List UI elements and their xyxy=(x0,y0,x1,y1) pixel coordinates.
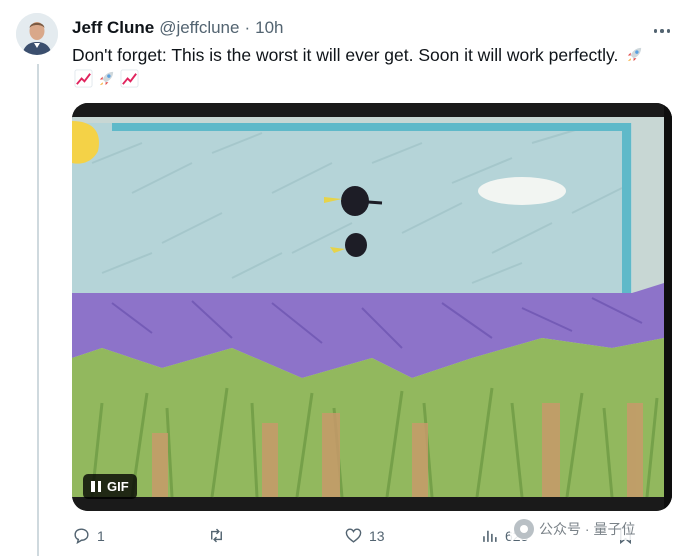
tweet-text: Don't forget: This is the worst it will … xyxy=(72,43,684,91)
avatar-image xyxy=(16,13,58,55)
gif-drawing-scene xyxy=(72,103,672,511)
watermark-text: 公众号 · 量子位 xyxy=(539,521,636,537)
dot-icon xyxy=(666,29,671,33)
gif-media[interactable]: GIF xyxy=(72,103,672,511)
chart-increasing-emoji-icon xyxy=(74,69,93,88)
reply-icon xyxy=(74,528,89,545)
timestamp[interactable]: 10h xyxy=(255,18,283,38)
tweet-body: Don't forget: This is the worst it will … xyxy=(72,45,619,65)
thread-connector-line xyxy=(37,64,39,556)
more-options-button[interactable] xyxy=(650,19,674,43)
reply-count: 1 xyxy=(97,527,105,544)
like-button[interactable]: 13 xyxy=(344,526,385,545)
retweet-icon xyxy=(211,528,222,543)
like-count: 13 xyxy=(369,527,385,544)
dot-icon xyxy=(660,29,664,33)
avatar[interactable] xyxy=(16,13,58,55)
rocket-emoji-icon xyxy=(628,47,642,62)
views-chart-icon xyxy=(483,530,497,542)
chart-increasing-emoji-icon xyxy=(120,69,139,88)
source-watermark: 公众号 · 量子位 xyxy=(510,518,640,540)
rocket-emoji-icon xyxy=(99,71,114,86)
gif-badge[interactable]: GIF xyxy=(83,474,137,499)
pause-icon[interactable] xyxy=(91,481,101,492)
author-name[interactable]: Jeff Clune xyxy=(72,18,154,38)
tweet-header: Jeff Clune @jeffclune · 10h xyxy=(72,18,284,38)
dot-icon xyxy=(653,29,658,33)
reply-button[interactable]: 1 xyxy=(72,526,105,545)
wechat-logo-icon xyxy=(514,519,534,539)
separator-dot: · xyxy=(244,18,251,37)
retweet-button[interactable] xyxy=(207,526,232,545)
author-handle[interactable]: @jeffclune xyxy=(159,18,239,38)
heart-icon xyxy=(345,528,362,543)
gif-label: GIF xyxy=(107,479,129,494)
